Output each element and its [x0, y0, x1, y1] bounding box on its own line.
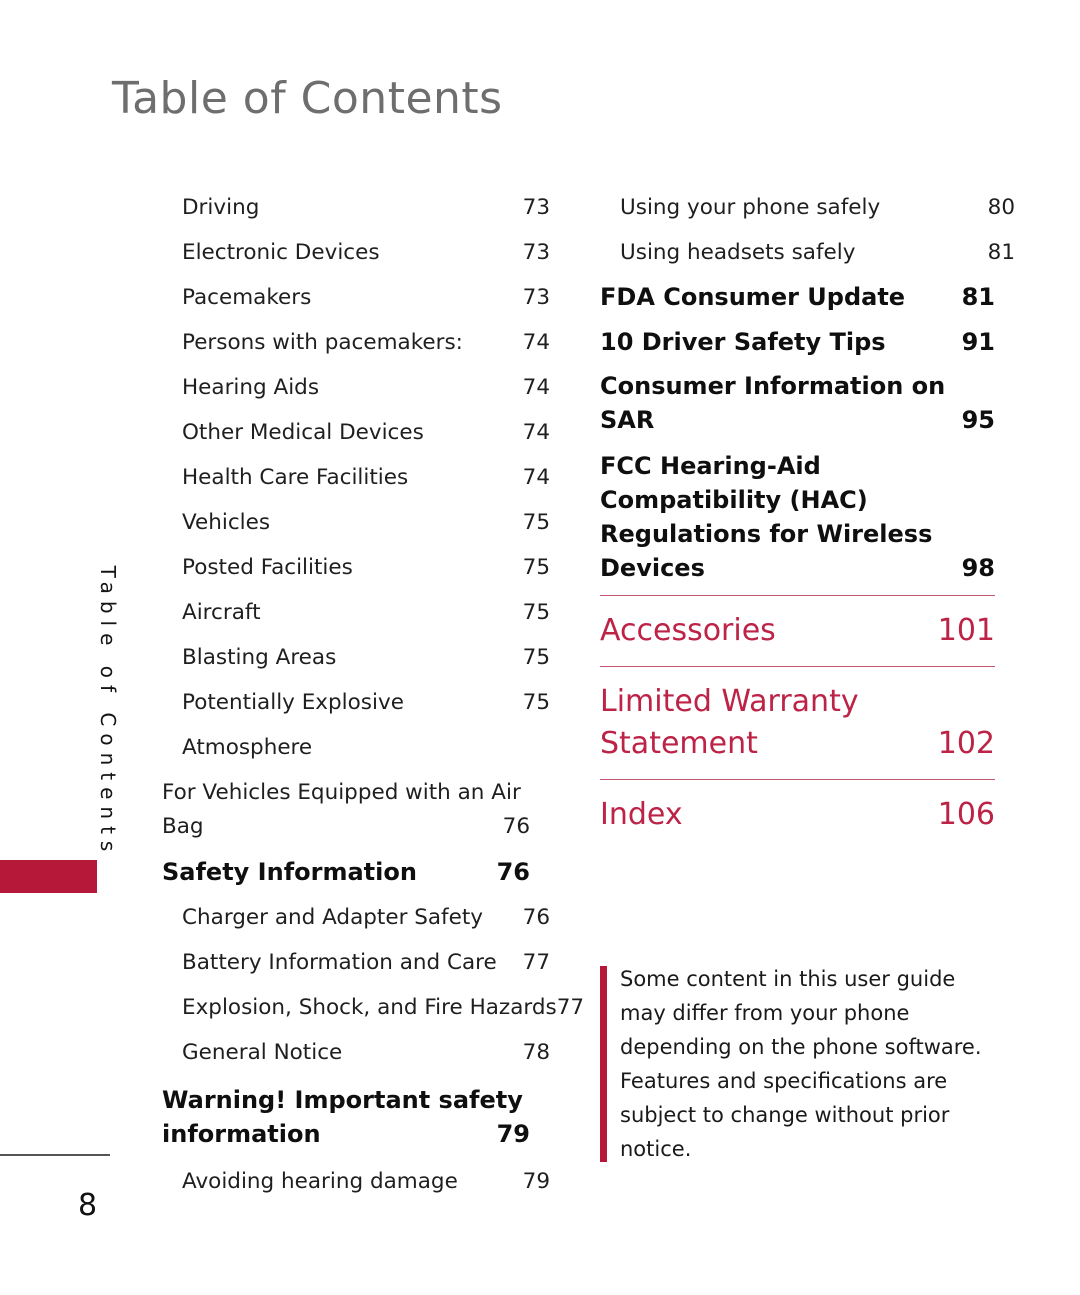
toc-entry-label: Charger and Adapter Safety: [182, 905, 484, 930]
toc-major-label: Index: [600, 797, 683, 832]
toc-entry-label: Pacemakers: [182, 285, 312, 310]
toc-entry[interactable]: FCC Hearing-Aid Compatibility (HAC) Regu…: [600, 449, 995, 585]
toc-entry-page: 74: [522, 420, 550, 445]
toc-entry[interactable]: Other Medical Devices 74: [162, 410, 550, 455]
toc-entry-label: Persons with pacemakers:: [182, 330, 463, 355]
toc-entry[interactable]: FDA Consumer Update 81: [600, 275, 995, 320]
toc-entry-label: Blasting Areas: [182, 645, 337, 670]
toc-entry-label: Consumer Information on SAR: [600, 372, 946, 434]
toc-entry-label: Warning! Important safety information: [162, 1086, 523, 1148]
toc-entry-page: 78: [522, 1040, 550, 1065]
toc-entry[interactable]: Persons with pacemakers: 74: [162, 320, 550, 365]
toc-major-section[interactable]: Accessories 101: [600, 595, 995, 666]
note-text: Some content in this user guide may diff…: [620, 967, 982, 1161]
toc-entry-page: 98: [961, 554, 995, 582]
toc-entry-page: 75: [522, 600, 550, 625]
toc-entry-page: 73: [522, 285, 550, 310]
toc-entry-page: 81: [961, 283, 995, 311]
note-box: Some content in this user guide may diff…: [600, 962, 998, 1166]
toc-entry-page: 73: [522, 240, 550, 265]
toc-entry[interactable]: Consumer Information on SAR 95: [600, 369, 995, 437]
toc-entry-page: 74: [522, 375, 550, 400]
toc-entry-page: 77: [522, 950, 550, 975]
toc-major-page: 106: [937, 797, 995, 832]
toc-entry-page: 74: [522, 465, 550, 490]
toc-entry-label: Aircraft: [182, 600, 261, 625]
toc-entry-page: 81: [987, 240, 1015, 265]
side-tab-label: Table of Contents: [96, 565, 120, 859]
toc-entry-label: General Notice: [182, 1040, 343, 1065]
footer-divider: [0, 1154, 110, 1156]
toc-entry[interactable]: Using your phone safely 80: [600, 185, 1015, 230]
toc-entry-label: For Vehicles Equipped with an Air Bag: [162, 780, 521, 839]
toc-entry-label: Explosion, Shock, and Fire Hazards: [182, 995, 557, 1020]
toc-entry-page: 76: [522, 905, 550, 930]
toc-entry[interactable]: For Vehicles Equipped with an Air Bag 76: [162, 776, 530, 844]
toc-entry[interactable]: Posted Facilities 75: [162, 545, 550, 590]
toc-entry[interactable]: 10 Driver Safety Tips 91: [600, 320, 995, 365]
toc-entry[interactable]: Vehicles 75: [162, 500, 550, 545]
toc-entry-page: 76: [496, 858, 530, 886]
toc-entry[interactable]: Blasting Areas 75: [162, 635, 550, 680]
toc-entry-page: 80: [987, 195, 1015, 220]
toc-major-page: 101: [937, 613, 995, 648]
toc-entry-page: 74: [522, 330, 550, 355]
toc-entry[interactable]: Aircraft 75: [162, 590, 550, 635]
toc-entry[interactable]: Electronic Devices 73: [162, 230, 550, 275]
toc-right-column: Using your phone safely 80 Using headset…: [600, 185, 1015, 850]
toc-entry-label: Avoiding hearing damage: [182, 1169, 458, 1194]
toc-entry[interactable]: Avoiding hearing damage 79: [162, 1159, 550, 1204]
toc-entry-label: Potentially Explosive Atmosphere: [182, 690, 404, 760]
toc-entry-label: 10 Driver Safety Tips: [600, 328, 886, 356]
toc-entry-page: 75: [522, 690, 550, 715]
toc-entry-page: 79: [496, 1120, 530, 1148]
toc-entry[interactable]: Safety Information 76: [162, 850, 530, 895]
toc-entry-label: Battery Information and Care: [182, 950, 497, 975]
toc-major-page: 102: [937, 726, 995, 761]
toc-entry-label: FCC Hearing-Aid Compatibility (HAC) Regu…: [600, 452, 933, 582]
toc-major-section[interactable]: Limited Warranty Statement 102: [600, 666, 995, 779]
toc-entry[interactable]: General Notice 78: [162, 1030, 550, 1075]
toc-entry-label: FDA Consumer Update: [600, 283, 906, 311]
toc-entry[interactable]: Potentially Explosive Atmosphere 75: [162, 680, 550, 770]
toc-entry-page: 75: [522, 555, 550, 580]
note-accent-bar: [600, 966, 607, 1162]
toc-entry[interactable]: Pacemakers 73: [162, 275, 550, 320]
toc-entry-label: Using headsets safely: [620, 240, 856, 265]
toc-entry-label: Electronic Devices: [182, 240, 380, 265]
toc-entry[interactable]: Hearing Aids 74: [162, 365, 550, 410]
toc-entry-page: 76: [502, 814, 530, 839]
toc-entry-page: 95: [961, 406, 995, 434]
side-tab-marker: [0, 860, 97, 893]
toc-major-section[interactable]: Index 106: [600, 779, 995, 850]
toc-entry-page: 79: [522, 1169, 550, 1194]
toc-entry-page: 75: [522, 645, 550, 670]
toc-entry[interactable]: Warning! Important safety information 79: [162, 1083, 530, 1151]
toc-entry-page: 75: [522, 510, 550, 535]
toc-left-column: Driving 73 Electronic Devices 73 Pacemak…: [162, 185, 584, 1204]
toc-entry-label: Health Care Facilities: [182, 465, 409, 490]
toc-entry[interactable]: Explosion, Shock, and Fire Hazards 77: [162, 985, 584, 1030]
toc-entry-page: 73: [522, 195, 550, 220]
toc-entry-label: Hearing Aids: [182, 375, 320, 400]
page-title: Table of Contents: [112, 73, 503, 124]
toc-entry[interactable]: Driving 73: [162, 185, 550, 230]
toc-entry-page: 91: [961, 328, 995, 356]
footer-page-number: 8: [78, 1188, 98, 1223]
toc-entry[interactable]: Battery Information and Care 77: [162, 940, 550, 985]
toc-entry-label: Using your phone safely: [620, 195, 881, 220]
toc-entry-label: Safety Information: [162, 858, 417, 886]
toc-entry-label: Driving: [182, 195, 260, 220]
toc-entry-label: Vehicles: [182, 510, 271, 535]
toc-entry-label: Other Medical Devices: [182, 420, 424, 445]
toc-entry-label: Posted Facilities: [182, 555, 353, 580]
toc-entry[interactable]: Charger and Adapter Safety 76: [162, 895, 550, 940]
toc-major-label: Accessories: [600, 613, 776, 648]
toc-entry[interactable]: Health Care Facilities 74: [162, 455, 550, 500]
toc-entry[interactable]: Using headsets safely 81: [600, 230, 1015, 275]
toc-entry-page: 77: [556, 995, 585, 1020]
toc-major-label: Limited Warranty Statement: [600, 684, 859, 761]
